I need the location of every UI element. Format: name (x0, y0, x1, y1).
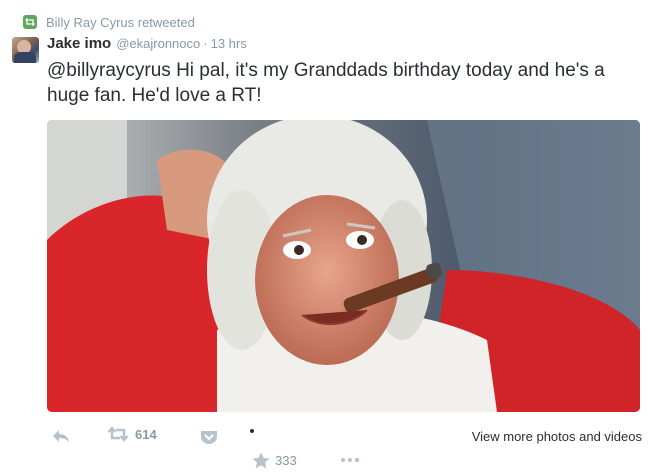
tweet-header: Jake imo @ekajronnoco · 13 hrs (47, 35, 247, 52)
tweet-text: @billyraycyrus Hi pal, it's my Granddads… (47, 60, 605, 106)
tweet-actions: 614 View more photos and videos 333 (47, 420, 642, 470)
retweet-icon (23, 15, 37, 29)
tweet-photo[interactable] (47, 120, 640, 412)
pocket-icon[interactable] (200, 429, 218, 450)
author-name[interactable]: Jake imo (47, 35, 111, 52)
timestamp[interactable]: 13 hrs (211, 36, 247, 51)
avatar[interactable] (12, 37, 39, 63)
retweet-context: Billy Ray Cyrus retweeted (23, 12, 195, 32)
star-icon (252, 452, 270, 469)
retweet-icon (107, 426, 129, 442)
author-handle[interactable]: @ekajronnoco (116, 36, 200, 51)
dot-separator (250, 429, 254, 433)
favorite-count: 333 (275, 453, 297, 468)
separator: · (203, 36, 208, 51)
reply-icon[interactable] (51, 428, 71, 449)
view-more-link[interactable]: View more photos and videos (472, 429, 642, 444)
favorite-button[interactable]: 333 (252, 452, 297, 469)
retweet-context-text[interactable]: Billy Ray Cyrus retweeted (46, 15, 195, 30)
retweet-count: 614 (135, 426, 157, 442)
more-icon[interactable] (341, 458, 359, 462)
retweet-button[interactable]: 614 (107, 426, 157, 442)
